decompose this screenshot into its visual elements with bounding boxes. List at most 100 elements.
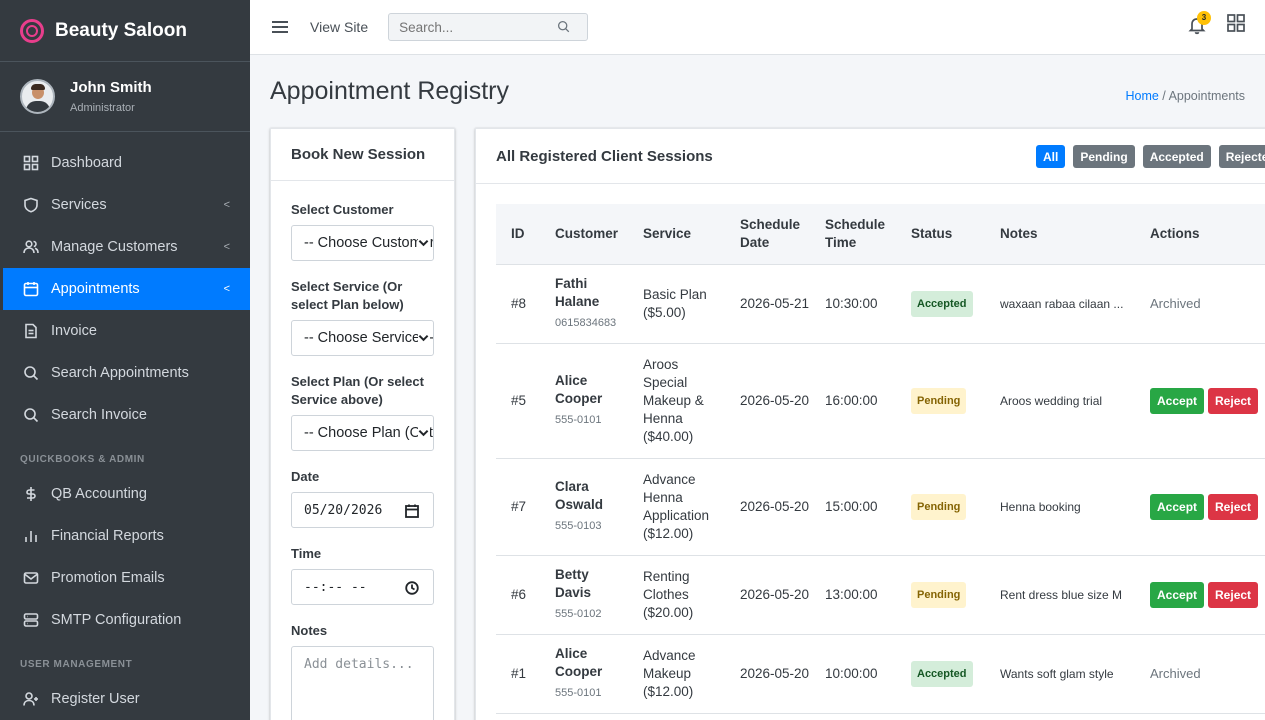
sidebar-item-label: Appointments (51, 281, 140, 297)
column-header[interactable]: Notes (985, 204, 1135, 264)
status-cell: Pending (896, 343, 985, 458)
column-header[interactable]: Customer (540, 204, 628, 264)
appointment-id: #1 (511, 665, 527, 681)
breadcrumb-home-link[interactable]: Home (1125, 89, 1158, 103)
search-icon[interactable] (557, 20, 571, 34)
sidebar-item-search-invoice[interactable]: Search Invoice (0, 394, 250, 436)
customer-name: Fathi Halane (555, 276, 600, 309)
search-box (388, 13, 589, 41)
column-header[interactable]: ID (496, 204, 540, 264)
accept-button[interactable]: Accept (1150, 581, 1205, 608)
sidebar-nav-quickbooks: QB Accounting Financial Reports Promotio… (0, 473, 250, 641)
breadcrumb-separator: / (1158, 89, 1169, 103)
schedule-time: 15:00:00 (825, 498, 878, 514)
column-header[interactable]: Status (896, 204, 985, 264)
date-field[interactable]: 05/20/2026 (291, 492, 434, 528)
sidebar-item-search-appointments[interactable]: Search Appointments (0, 352, 250, 394)
reject-button[interactable]: Reject (1208, 581, 1259, 608)
sidebar-nav: Dashboard Services < Manage Customers < … (0, 142, 250, 436)
caret-left-icon: < (223, 283, 230, 295)
time-field[interactable]: --:-- -- (291, 569, 434, 605)
sidebar-item-manage-customers[interactable]: Manage Customers < (0, 226, 250, 268)
sidebar-nav-users: Register User (0, 678, 250, 720)
appointment-id: #8 (511, 295, 527, 311)
date-label: Date (291, 469, 320, 484)
sidebar-item-label: Promotion Emails (51, 570, 165, 586)
service-select-label: Select Service (Or select Plan below) (291, 279, 404, 312)
caret-left-icon: < (223, 199, 230, 211)
sidebar-item-label: Manage Customers (51, 239, 178, 255)
view-site-link[interactable]: View Site (310, 19, 368, 35)
sidebar-item-appointments[interactable]: Appointments < (3, 268, 250, 310)
sidebar-item-invoice[interactable]: Invoice (0, 310, 250, 352)
brand-logo-icon (20, 18, 44, 43)
accept-button[interactable]: Accept (1150, 387, 1205, 414)
status-badge: Pending (911, 387, 967, 414)
plan-select[interactable]: -- Choose Plan (Optional) -- (291, 415, 434, 451)
sidebar-item-financial-reports[interactable]: Financial Reports (0, 515, 250, 557)
customer-phone: 555-0102 (555, 608, 602, 620)
search-icon (23, 365, 39, 381)
column-header: Actions (1150, 225, 1200, 241)
archived-label: Archived (1150, 665, 1201, 681)
sidebar-item-dashboard[interactable]: Dashboard (0, 142, 250, 184)
search-icon (23, 407, 39, 423)
notes-textarea[interactable]: Add details... (291, 646, 434, 720)
accept-button[interactable]: Accept (1150, 493, 1205, 520)
schedule-time: 10:30:00 (825, 295, 878, 311)
service-cell: Basic Plan ($5.00) (643, 286, 707, 320)
calendar-icon[interactable] (405, 504, 419, 518)
filter-pending-button[interactable]: Pending (1073, 145, 1135, 168)
sidebar-item-qb-accounting[interactable]: QB Accounting (0, 473, 250, 515)
table-row: #8 Fathi Halane 0615834683 Basic Plan ($5… (496, 264, 1265, 343)
sidebar-item-label: Financial Reports (51, 528, 164, 544)
sidebar-item-label: Register User (51, 691, 140, 707)
status-cell: Accepted (896, 634, 985, 713)
reject-button[interactable]: Reject (1208, 493, 1259, 520)
sidebar-item-label: Services (51, 197, 107, 213)
user-panel[interactable]: John Smith Administrator (0, 62, 250, 132)
apps-grid-icon[interactable] (1227, 14, 1245, 37)
appointment-id: #6 (511, 586, 527, 602)
service-select[interactable]: -- Choose Service -- (291, 320, 434, 356)
page-title: Appointment Registry (270, 77, 510, 105)
sidebar-item-smtp-configuration[interactable]: SMTP Configuration (0, 599, 250, 641)
appointments-list-title: All Registered Client Sessions (496, 147, 713, 165)
filter-rejected-button[interactable]: Rejected (1218, 145, 1265, 168)
notes-cell: Wants soft glam style (1000, 666, 1114, 681)
column-header[interactable]: Schedule Time (810, 204, 896, 264)
filter-accepted-button[interactable]: Accepted (1142, 145, 1211, 168)
avatar (20, 79, 55, 114)
sidebar-item-label: Search Appointments (51, 365, 189, 381)
service-cell: Advance Henna Application ($12.00) (643, 471, 710, 541)
sidebar-item-register-user[interactable]: Register User (0, 678, 250, 720)
column-header[interactable]: Schedule Date (725, 204, 810, 264)
schedule-time: 16:00:00 (825, 392, 878, 408)
customer-select[interactable]: -- Choose Customer -- (291, 225, 434, 261)
customer-select-value: -- Choose Customer -- (304, 235, 434, 251)
date-value: 05/20/2026 (304, 502, 383, 518)
column-header[interactable]: Service (628, 204, 725, 264)
search-input[interactable] (389, 19, 558, 35)
clock-icon[interactable] (405, 581, 419, 595)
menu-toggle-icon[interactable] (272, 18, 288, 36)
sidebar: Beauty Saloon John Smith Administrator D… (0, 0, 250, 720)
filter-all-button[interactable]: All (1036, 145, 1066, 168)
actions-cell: Accept Reject (1135, 343, 1265, 458)
notifications-bell-icon[interactable]: 3 (1187, 10, 1211, 37)
sidebar-item-promotion-emails[interactable]: Promotion Emails (0, 557, 250, 599)
notification-count-badge: 3 (1197, 10, 1211, 25)
schedule-date: 2026-05-20 (740, 665, 810, 681)
reject-button[interactable]: Reject (1208, 387, 1259, 414)
status-badge: Accepted (911, 660, 973, 687)
sidebar-item-services[interactable]: Services < (0, 184, 250, 226)
nav-section-user-management: USER MANAGEMENT (20, 659, 133, 670)
brand[interactable]: Beauty Saloon (0, 0, 250, 62)
appointments-list-card: All Registered Client Sessions All Pendi… (475, 128, 1265, 720)
customer-cell: Clara Oswald 555-0103 (540, 458, 628, 555)
customer-select-label: Select Customer (291, 202, 394, 217)
status-cell: Accepted (896, 264, 985, 343)
chevron-down-icon (418, 426, 430, 440)
status-badge: Pending (911, 581, 967, 608)
user-name: John Smith (70, 79, 152, 96)
